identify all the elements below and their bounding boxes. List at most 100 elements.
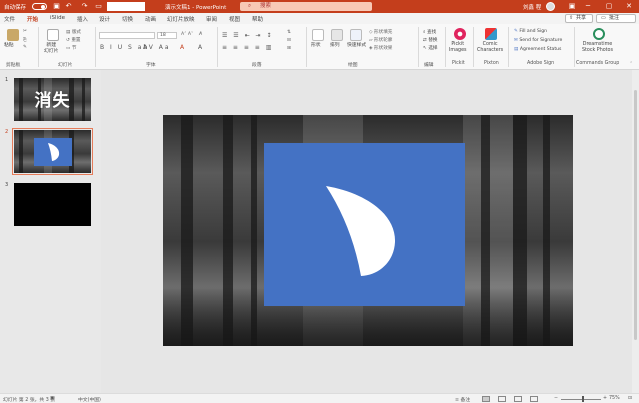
slide-thumbnail-1[interactable]: 消失	[14, 78, 91, 121]
paste-icon[interactable]	[7, 29, 19, 41]
arrange-label[interactable]: 排列	[330, 43, 340, 49]
text-direction-icon[interactable]: ⇅	[287, 30, 291, 35]
select-label: 选择	[428, 46, 438, 51]
comic-characters-label[interactable]: Comic Characters	[477, 42, 503, 53]
tab-view[interactable]: 视图	[229, 15, 240, 23]
redo-icon[interactable]: ↷	[80, 2, 89, 11]
tab-design[interactable]: 设计	[99, 15, 110, 23]
arrange-icon[interactable]	[331, 29, 343, 41]
tab-transitions[interactable]: 切换	[122, 15, 133, 23]
zoom-slider-thumb[interactable]	[582, 396, 584, 402]
replace-button[interactable]: ⇄ 替换	[423, 37, 438, 43]
comments-button[interactable]: ▭ 批注	[596, 14, 636, 23]
tab-home[interactable]: 开始	[25, 15, 40, 25]
vertical-scrollbar[interactable]	[632, 70, 639, 393]
shape-fill-button[interactable]: ◇ 形状填充	[369, 29, 392, 35]
slide-thumbnail-2[interactable]	[11, 127, 94, 176]
cut-icon[interactable]: ✂	[23, 29, 27, 34]
zoom-level[interactable]: 75%	[609, 396, 620, 401]
new-slide-label[interactable]: 新建 幻灯片	[44, 43, 58, 54]
pixton-icon[interactable]	[485, 28, 497, 40]
group-label-pickit: Pickit	[452, 61, 465, 66]
list-icons[interactable]: ☰ ☰ ⇤ ⇥ ↕	[222, 32, 273, 39]
group-divider	[217, 27, 218, 67]
minimize-icon[interactable]: ─	[582, 1, 594, 12]
section-button[interactable]: ▭ 节	[66, 45, 76, 51]
shape-outline-button[interactable]: ▱ 形状轮廓	[369, 37, 392, 43]
font-name-input[interactable]	[99, 32, 155, 39]
notes-button[interactable]: ≡ 备注	[455, 396, 470, 403]
shapes-label[interactable]: 形状	[311, 43, 321, 49]
spacing-case-icons[interactable]: AV Aa	[143, 44, 171, 51]
find-button[interactable]: ⌕ 查找	[423, 29, 436, 35]
blue-rectangle-shape[interactable]	[264, 143, 465, 306]
slide-thumbnail-3[interactable]	[14, 183, 91, 226]
collapse-ribbon-icon[interactable]: ˄	[630, 62, 632, 67]
tab-islide[interactable]: iSlide	[50, 15, 65, 21]
tab-animations[interactable]: 动画	[145, 15, 156, 23]
section-label: 节	[71, 46, 77, 51]
copy-icon[interactable]: ⎘	[23, 37, 27, 43]
reading-view-icon[interactable]	[514, 396, 522, 402]
highlight-icon[interactable]: A	[198, 44, 204, 51]
tab-review[interactable]: 审阅	[206, 15, 217, 23]
share-button[interactable]: ⇪ 共享	[565, 14, 593, 23]
pickit-label[interactable]: Pickit Images	[449, 42, 467, 53]
select-button[interactable]: ↖ 选择	[423, 45, 438, 51]
moon-shape-icon[interactable]	[264, 143, 465, 306]
smartart-icon[interactable]: ⊞	[287, 46, 291, 51]
reset-button[interactable]: ↺ 重置	[66, 37, 81, 43]
slide-sorter-icon[interactable]	[498, 396, 506, 402]
bold-italic-underline-icons[interactable]: B I U S ab	[100, 44, 149, 51]
font-grow-icon[interactable]: A˄ A˅	[181, 32, 193, 37]
tab-file[interactable]: 文件	[4, 15, 15, 23]
group-label-slides: 幻灯片	[58, 63, 73, 68]
font-size-input[interactable]: 18	[157, 32, 177, 39]
search-box[interactable]: ⌕ 搜索	[240, 2, 372, 11]
normal-view-icon[interactable]	[482, 396, 490, 402]
clear-format-icon[interactable]: A̸	[199, 32, 202, 37]
undo-icon[interactable]: ↶	[64, 2, 73, 11]
avatar[interactable]	[546, 2, 555, 11]
slide-count: 幻灯片 第 2 张，共 3 张	[3, 398, 56, 403]
pickit-icon[interactable]	[454, 28, 466, 40]
close-icon[interactable]: ✕	[623, 1, 635, 12]
fill-sign-button[interactable]: ✎ Fill and Sign	[514, 29, 547, 34]
align-icons[interactable]: ≡ ≡ ≡ ≡ ▥	[222, 44, 273, 51]
format-painter-icon[interactable]: ✎	[23, 45, 27, 50]
ribbon-display-icon[interactable]: ▣	[566, 1, 578, 12]
shape-effects-button[interactable]: ◈ 形状效果	[369, 45, 392, 51]
quick-styles-icon[interactable]	[350, 29, 362, 41]
zoom-slider[interactable]	[561, 398, 601, 400]
align-text-icon[interactable]: ⊟	[287, 38, 291, 43]
zoom-out-icon[interactable]: −	[554, 396, 558, 401]
new-slide-icon[interactable]	[47, 29, 59, 41]
paste-label[interactable]: 粘贴	[4, 43, 14, 49]
dreamstime-label[interactable]: Dreamstime Stock Photos	[582, 42, 613, 53]
group-divider	[473, 27, 474, 67]
present-icon[interactable]: ▭	[94, 2, 103, 11]
accessibility-icon[interactable]: ▣	[50, 396, 55, 401]
tab-slideshow[interactable]: 幻灯片放映	[167, 15, 195, 23]
fill-sign-label: Fill and Sign	[519, 29, 548, 34]
tab-help[interactable]: 帮助	[252, 15, 263, 23]
language-label[interactable]: 中文(中国)	[78, 396, 101, 403]
dreamstime-icon[interactable]	[593, 28, 605, 40]
quick-styles-label[interactable]: 快速样式	[347, 43, 366, 49]
tab-insert[interactable]: 插入	[77, 15, 88, 23]
restore-icon[interactable]: ▢	[603, 1, 615, 12]
filename-box[interactable]	[107, 2, 145, 11]
group-label-editing: 编辑	[424, 63, 434, 68]
send-signature-button[interactable]: ✉ Send for Signature	[514, 38, 562, 43]
layout-button[interactable]: ▤ 版式	[66, 29, 81, 35]
shapes-icon[interactable]	[312, 29, 324, 41]
current-slide[interactable]	[163, 115, 573, 346]
fit-slide-icon[interactable]: ⊡	[628, 396, 632, 401]
autosave-toggle[interactable]	[32, 3, 47, 10]
font-color-icon[interactable]: A	[180, 44, 186, 51]
zoom-in-icon[interactable]: +	[603, 396, 607, 401]
send-signature-label: Send for Signature	[519, 38, 563, 43]
agreement-status-button[interactable]: ▤ Agreement Status	[514, 47, 561, 52]
save-icon[interactable]: ▣	[52, 2, 61, 11]
slideshow-view-icon[interactable]	[530, 396, 538, 402]
